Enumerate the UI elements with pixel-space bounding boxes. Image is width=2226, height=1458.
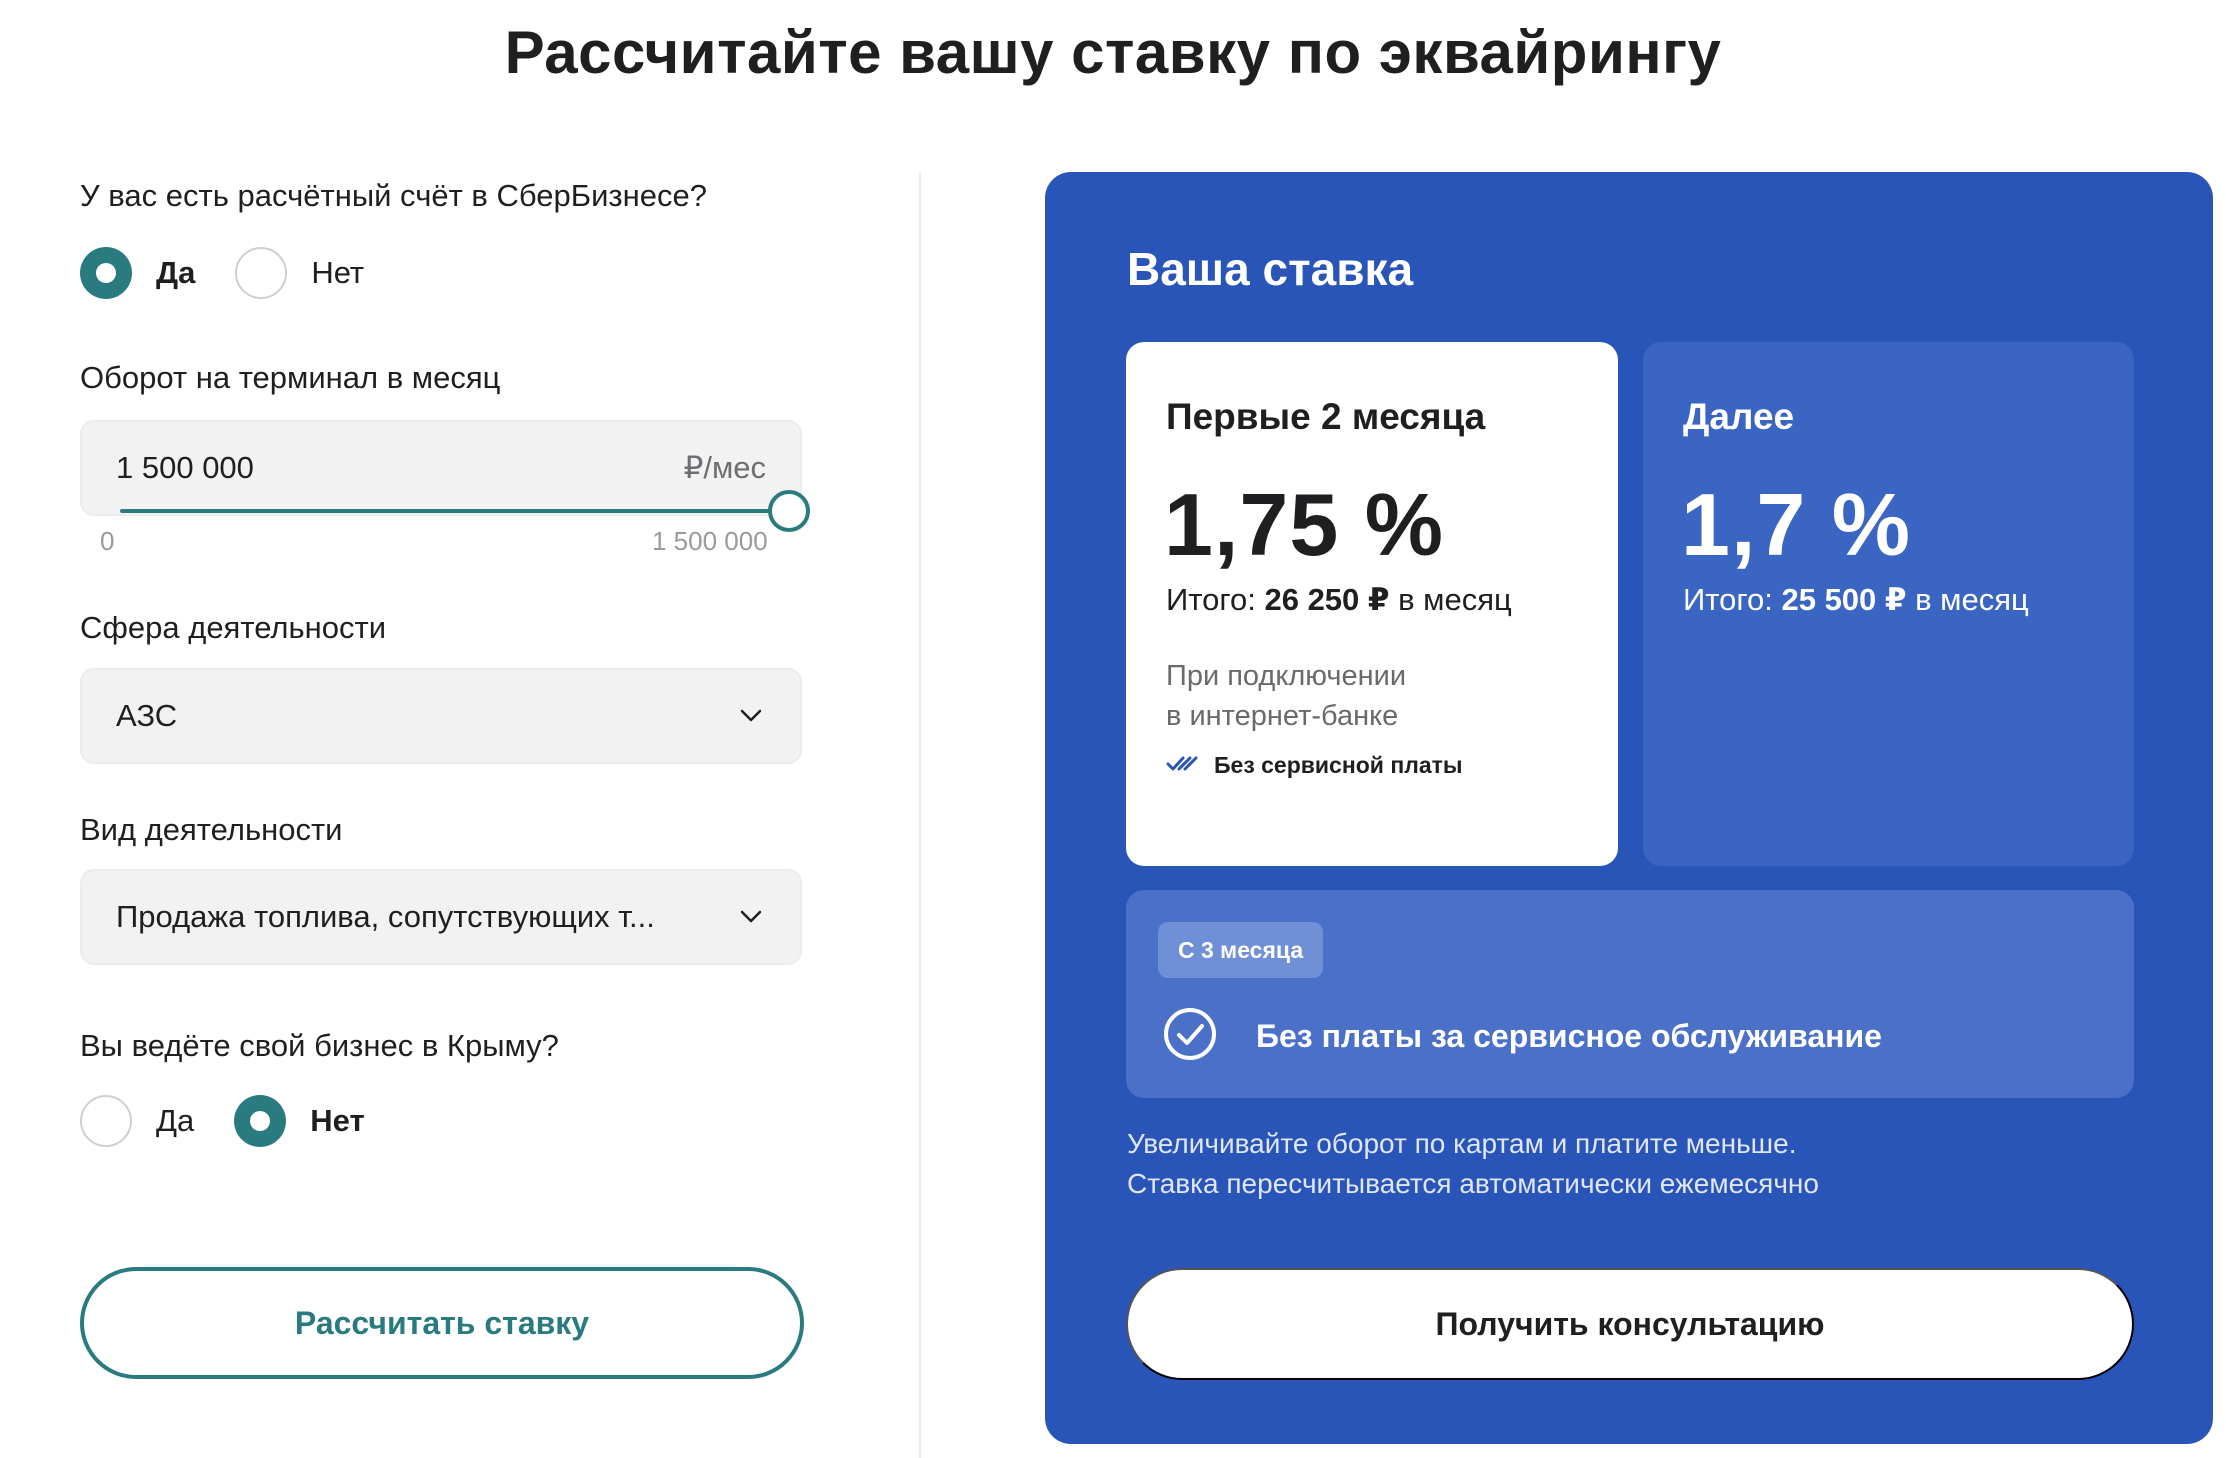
crimea-yes-label[interactable]: Да (156, 1103, 194, 1139)
chevron-down-icon[interactable] (736, 701, 766, 731)
from-third-month-badge: С 3 месяца (1158, 922, 1324, 978)
turnover-input[interactable]: 1 500 000 ₽/мес (80, 420, 802, 516)
panel-title: Ваша ставка (1127, 243, 1414, 295)
account-no-label[interactable]: Нет (311, 255, 364, 291)
next-total-suffix: в месяц (1906, 582, 2029, 617)
turnover-slider-track[interactable] (120, 509, 786, 513)
crimea-yes-radio[interactable] (80, 1095, 132, 1147)
from-third-month-box: С 3 месяца Без платы за сервисное обслуж… (1126, 890, 2134, 1098)
first-card-note: При подключении в интернет-банке (1166, 656, 1406, 736)
note-line-1: При подключении (1166, 660, 1407, 692)
first-total-prefix: Итого: (1166, 582, 1265, 617)
next-months-card: Далее 1,7 % Итого: 25 500 ₽ в месяц (1643, 342, 2134, 866)
no-service-charge-label: Без платы за сервисное обслуживание (1256, 1018, 1882, 1054)
crimea-no-label[interactable]: Нет (310, 1103, 364, 1139)
double-check-icon (1166, 754, 1200, 777)
next-card-heading: Далее (1683, 396, 1795, 437)
no-service-charge-row: Без платы за сервисное обслуживание (1162, 1006, 1882, 1067)
check-circle-icon (1162, 1006, 1218, 1067)
rate-panel: Ваша ставка Первые 2 месяца 1,75 % Итого… (1045, 172, 2213, 1444)
account-yes-radio[interactable] (80, 247, 132, 299)
note-line-2: в интернет-банке (1166, 700, 1399, 732)
no-fee-label: Без сервисной платы (1214, 752, 1463, 778)
account-yes-label[interactable]: Да (156, 255, 195, 291)
crimea-radio-group: Да Нет (80, 1095, 405, 1147)
first-card-heading: Первые 2 месяца (1166, 396, 1486, 437)
crimea-question-label: Вы ведёте свой бизнес в Крыму? (80, 1028, 559, 1063)
account-no-radio[interactable] (235, 247, 288, 299)
column-divider (919, 172, 921, 1458)
first-card-total: Итого: 26 250 ₽ в месяц (1166, 582, 1512, 618)
info-line-2: Ставка пересчитывается автоматически еже… (1127, 1168, 1819, 1199)
first-total-suffix: в месяц (1389, 582, 1512, 617)
next-card-rate: 1,7 % (1681, 475, 1912, 574)
next-total-amount: 25 500 ₽ (1781, 582, 1907, 617)
next-total-prefix: Итого: (1683, 582, 1782, 617)
activity-value[interactable]: Продажа топлива, сопутствующих т... (116, 899, 736, 935)
turnover-value[interactable]: 1 500 000 (116, 450, 684, 486)
sphere-value[interactable]: АЗС (116, 698, 736, 734)
first-card-rate: 1,75 % (1164, 475, 1444, 574)
account-question-label: У вас есть расчётный счёт в СберБизнесе? (80, 178, 707, 213)
turnover-suffix: ₽/мес (683, 450, 766, 485)
first-months-card: Первые 2 месяца 1,75 % Итого: 26 250 ₽ в… (1126, 342, 1618, 866)
info-line-1: Увеличивайте оборот по картам и платите … (1127, 1128, 1797, 1159)
calculate-rate-button[interactable]: Рассчитать ставку (80, 1267, 804, 1379)
slider-min-label: 0 (100, 526, 115, 556)
sphere-select[interactable]: АЗС (80, 668, 802, 764)
info-text: Увеличивайте оборот по картам и платите … (1127, 1124, 1819, 1204)
turnover-slider-thumb[interactable] (768, 490, 810, 532)
activity-select[interactable]: Продажа топлива, сопутствующих т... (80, 869, 802, 965)
first-total-amount: 26 250 ₽ (1264, 582, 1390, 617)
slider-max-label: 1 500 000 (652, 526, 768, 556)
activity-label: Вид деятельности (80, 812, 343, 847)
turnover-label: Оборот на терминал в месяц (80, 360, 501, 395)
chevron-down-icon[interactable] (736, 902, 766, 932)
page-title: Рассчитайте вашу ставку по эквайрингу (504, 19, 1722, 86)
next-card-total: Итого: 25 500 ₽ в месяц (1683, 582, 2029, 618)
account-radio-group: Да Нет (80, 247, 404, 299)
no-service-fee-row: Без сервисной платы (1166, 752, 1463, 779)
sphere-label: Сфера деятельности (80, 610, 387, 645)
crimea-no-radio[interactable] (234, 1095, 287, 1147)
get-consultation-button[interactable]: Получить консультацию (1126, 1268, 2134, 1380)
